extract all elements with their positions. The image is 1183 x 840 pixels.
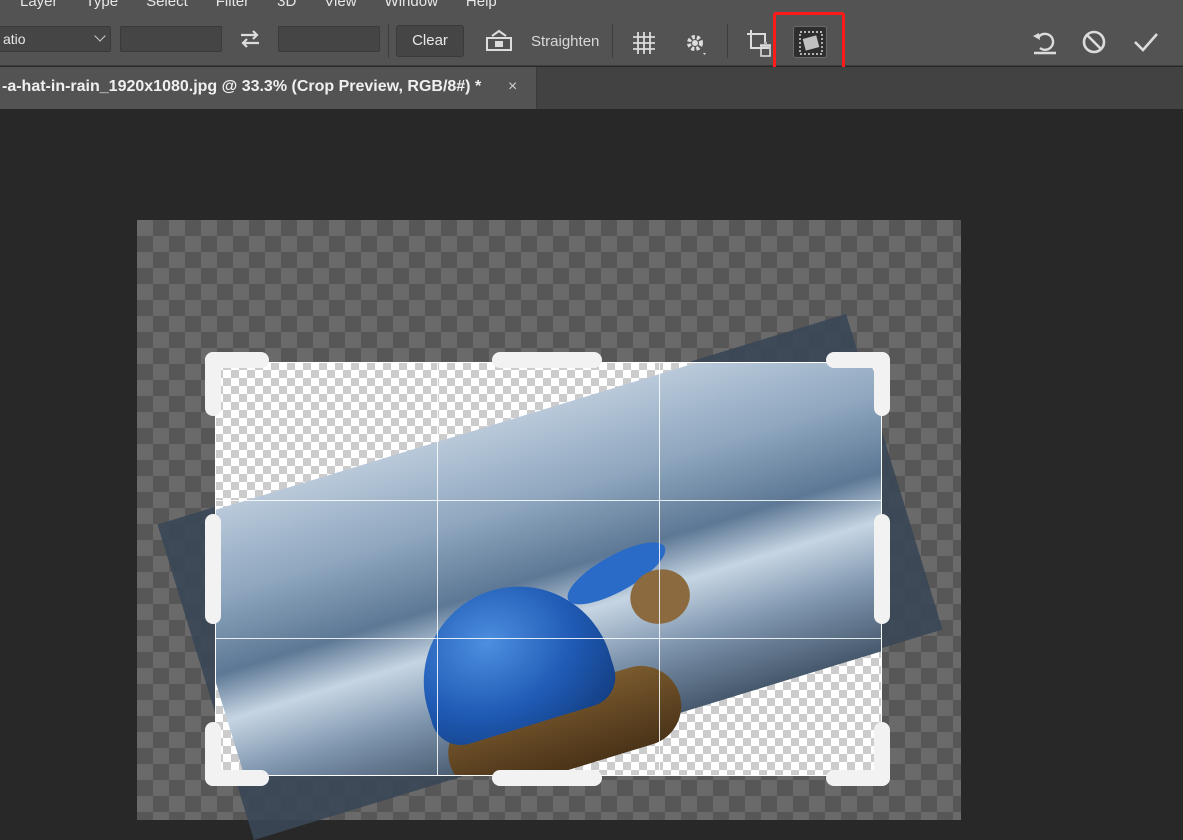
crop-handle-right[interactable]	[874, 514, 890, 624]
checkmark-icon[interactable]	[1132, 28, 1160, 56]
straighten-label[interactable]: Straighten	[531, 33, 599, 50]
height-field[interactable]	[278, 26, 380, 52]
crop-handle-top-left-v[interactable]	[205, 352, 221, 416]
gear-icon[interactable]	[683, 31, 709, 57]
document-tab-title: -a-hat-in-rain_1920x1080.jpg @ 33.3% (Cr…	[2, 78, 482, 95]
reset-icon[interactable]	[1030, 28, 1060, 56]
aspect-ratio-value: atio	[3, 31, 26, 47]
crop-handle-top[interactable]	[492, 352, 602, 368]
menu-type[interactable]: Type	[78, 0, 127, 10]
menu-help[interactable]: Help	[458, 0, 505, 10]
separator	[388, 24, 389, 58]
crop-handle-bottom[interactable]	[492, 770, 602, 786]
options-bar: atio Clear Straighten	[0, 12, 1183, 70]
crop-handle-bottom-left[interactable]	[205, 770, 269, 786]
crop-border	[215, 362, 882, 776]
swap-arrows-icon[interactable]	[236, 28, 264, 52]
clear-button[interactable]: Clear	[396, 25, 464, 57]
menu-layer[interactable]: Layer	[12, 0, 66, 10]
delete-cropped-pixels-icon[interactable]	[745, 28, 775, 58]
cancel-icon[interactable]	[1080, 28, 1108, 56]
crop-handle-bottom-right[interactable]	[826, 770, 890, 786]
grid-overlay-icon[interactable]	[630, 29, 658, 57]
menu-select[interactable]: Select	[138, 0, 196, 10]
menu-3d[interactable]: 3D	[269, 0, 304, 10]
document-tab-bar: -a-hat-in-rain_1920x1080.jpg @ 33.3% (Cr…	[0, 67, 1183, 109]
document-tab[interactable]: -a-hat-in-rain_1920x1080.jpg @ 33.3% (Cr…	[0, 67, 537, 109]
crop-handle-top-right-v[interactable]	[874, 352, 890, 416]
straighten-level-icon[interactable]	[484, 28, 514, 54]
highlight-box	[773, 12, 845, 70]
menu-bar: Layer Type Select Filter 3D View Window …	[0, 0, 1183, 14]
menu-filter[interactable]: Filter	[208, 0, 257, 10]
crop-handle-left[interactable]	[205, 514, 221, 624]
width-field[interactable]	[120, 26, 222, 52]
menu-view[interactable]: View	[316, 0, 364, 10]
aspect-ratio-select[interactable]: atio	[0, 26, 111, 52]
menu-window[interactable]: Window	[377, 0, 446, 10]
chevron-down-icon	[94, 30, 106, 42]
close-icon[interactable]: ×	[508, 78, 517, 96]
separator	[612, 24, 613, 58]
separator	[727, 24, 728, 58]
